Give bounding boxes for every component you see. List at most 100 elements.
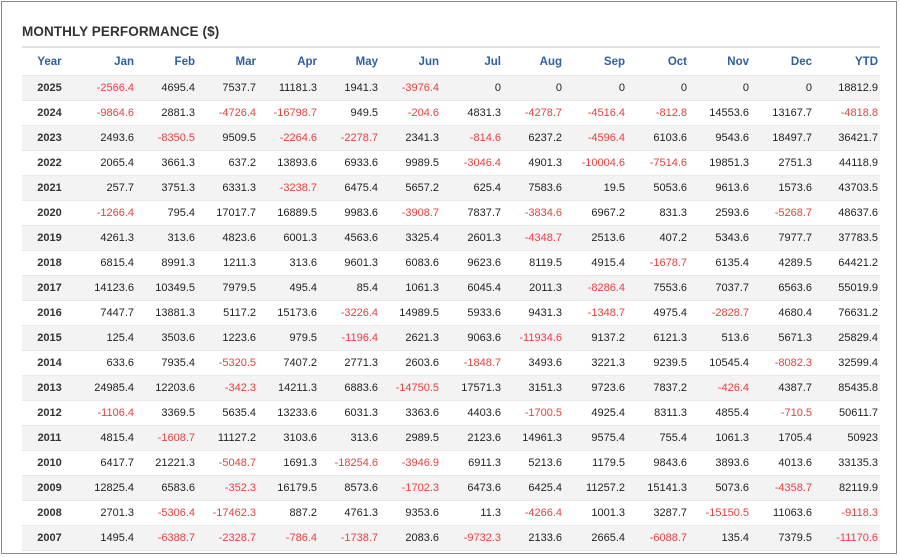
- column-header-jul: Jul: [441, 49, 503, 76]
- value-cell-sep: 9137.2: [564, 325, 627, 351]
- value-cell-jan: 633.6: [77, 350, 136, 376]
- value-cell-jun: 3363.6: [380, 400, 441, 426]
- value-cell-ytd: 36421.7: [814, 125, 880, 151]
- value-cell-ytd: 32599.4: [814, 350, 880, 376]
- year-cell: 2018: [22, 250, 77, 276]
- value-cell-feb: -1608.7: [136, 425, 197, 451]
- value-cell-feb: 3751.3: [136, 175, 197, 201]
- value-cell-jul: -3046.4: [441, 150, 503, 176]
- value-cell-jun: 2341.3: [380, 125, 441, 151]
- value-cell-mar: 4823.6: [197, 225, 258, 251]
- value-cell-apr: 7407.2: [258, 350, 319, 376]
- column-header-may: May: [319, 49, 380, 76]
- value-cell-sep: 6967.2: [564, 200, 627, 226]
- value-cell-jun: 2083.6: [380, 525, 441, 551]
- value-cell-may: 949.5: [319, 100, 380, 126]
- value-cell-feb: 3503.6: [136, 325, 197, 351]
- value-cell-may: 85.4: [319, 275, 380, 301]
- value-cell-feb: 6583.6: [136, 475, 197, 501]
- value-cell-ytd: 25829.4: [814, 325, 880, 351]
- value-cell-jul: 9623.6: [441, 250, 503, 276]
- value-cell-nov: 2593.6: [689, 200, 751, 226]
- year-cell: 2022: [22, 150, 77, 176]
- value-cell-aug: -4348.7: [503, 225, 564, 251]
- value-cell-apr: 13233.6: [258, 400, 319, 426]
- value-cell-oct: 831.3: [627, 200, 689, 226]
- value-cell-dec: 13167.7: [751, 100, 814, 126]
- value-cell-jan: 125.4: [77, 325, 136, 351]
- year-cell: 2009: [22, 475, 77, 501]
- year-cell: 2021: [22, 175, 77, 201]
- value-cell-mar: 7979.5: [197, 275, 258, 301]
- value-cell-apr: 16179.5: [258, 475, 319, 501]
- value-cell-ytd: -11170.6: [814, 525, 880, 551]
- value-cell-may: -2278.7: [319, 125, 380, 151]
- value-cell-apr: 16889.5: [258, 200, 319, 226]
- value-cell-feb: 13881.3: [136, 300, 197, 326]
- value-cell-jul: 9063.6: [441, 325, 503, 351]
- year-cell: 2012: [22, 400, 77, 426]
- value-cell-sep: 2513.6: [564, 225, 627, 251]
- value-cell-jun: 9353.6: [380, 500, 441, 526]
- value-cell-may: 9601.3: [319, 250, 380, 276]
- value-cell-oct: 15141.3: [627, 475, 689, 501]
- column-header-dec: Dec: [751, 49, 814, 76]
- value-cell-jun: 6083.6: [380, 250, 441, 276]
- value-cell-dec: 1705.4: [751, 425, 814, 451]
- value-cell-nov: 0: [689, 75, 751, 101]
- value-cell-sep: -8286.4: [564, 275, 627, 301]
- table-row: 2018 6815.4 8991.3 1211.3 313.6 9601.3 6083.6 9…: [22, 250, 880, 276]
- value-cell-jul: 7837.7: [441, 200, 503, 226]
- value-cell-sep: 0: [564, 75, 627, 101]
- value-cell-aug: 6237.2: [503, 125, 564, 151]
- value-cell-jun: 2603.6: [380, 350, 441, 376]
- value-cell-jun: -1702.3: [380, 475, 441, 501]
- value-cell-dec: 4289.5: [751, 250, 814, 276]
- value-cell-ytd: 37783.5: [814, 225, 880, 251]
- table-row: 2017 14123.6 10349.5 7979.5 495.4 85.4 1061.3 6…: [22, 275, 880, 301]
- value-cell-oct: 7553.6: [627, 275, 689, 301]
- value-cell-oct: 9239.5: [627, 350, 689, 376]
- value-cell-oct: -7514.6: [627, 150, 689, 176]
- value-cell-may: 6883.6: [319, 375, 380, 401]
- year-cell: 2015: [22, 325, 77, 351]
- value-cell-feb: 21221.3: [136, 450, 197, 476]
- value-cell-apr: -16798.7: [258, 100, 319, 126]
- table-header-row: Year Jan Feb Mar Apr May Jun Jul Aug Sep Oct Nov Dec…: [22, 49, 880, 76]
- value-cell-apr: 1691.3: [258, 450, 319, 476]
- value-cell-jul: 5933.6: [441, 300, 503, 326]
- value-cell-feb: 313.6: [136, 225, 197, 251]
- value-cell-apr: 13893.6: [258, 150, 319, 176]
- table-row: 2010 6417.7 21221.3 -5048.7 1691.3 -18254.6 -3…: [22, 450, 880, 476]
- value-cell-jan: 24985.4: [77, 375, 136, 401]
- year-cell: 2011: [22, 425, 77, 451]
- value-cell-apr: 14211.3: [258, 375, 319, 401]
- value-cell-oct: 5053.6: [627, 175, 689, 201]
- value-cell-nov: 3893.6: [689, 450, 751, 476]
- value-cell-dec: 18497.7: [751, 125, 814, 151]
- panel-title: MONTHLY PERFORMANCE ($): [22, 24, 220, 39]
- table-row: 2019 4261.3 313.6 4823.6 6001.3 4563.6 3325.4 2…: [22, 225, 880, 251]
- value-cell-feb: 3369.5: [136, 400, 197, 426]
- value-cell-oct: -812.8: [627, 100, 689, 126]
- table-row: 2015 125.4 3503.6 1223.6 979.5 -1196.4 2621.3 9…: [22, 325, 880, 351]
- column-header-apr: Apr: [258, 49, 319, 76]
- value-cell-ytd: 43703.5: [814, 175, 880, 201]
- value-cell-aug: 4901.3: [503, 150, 564, 176]
- value-cell-jun: 3325.4: [380, 225, 441, 251]
- value-cell-aug: 6425.4: [503, 475, 564, 501]
- value-cell-nov: 10545.4: [689, 350, 751, 376]
- value-cell-may: 6933.6: [319, 150, 380, 176]
- value-cell-jul: 625.4: [441, 175, 503, 201]
- value-cell-oct: 407.2: [627, 225, 689, 251]
- value-cell-feb: -8350.5: [136, 125, 197, 151]
- column-header-mar: Mar: [197, 49, 258, 76]
- value-cell-aug: 8119.5: [503, 250, 564, 276]
- value-cell-jun: -3908.7: [380, 200, 441, 226]
- column-header-year: Year: [22, 49, 77, 76]
- value-cell-mar: 9509.5: [197, 125, 258, 151]
- value-cell-may: -3226.4: [319, 300, 380, 326]
- table-row: 2023 2493.6 -8350.5 9509.5 -2264.6 -2278.7 234…: [22, 125, 880, 151]
- value-cell-nov: 9543.6: [689, 125, 751, 151]
- value-cell-jun: -14750.5: [380, 375, 441, 401]
